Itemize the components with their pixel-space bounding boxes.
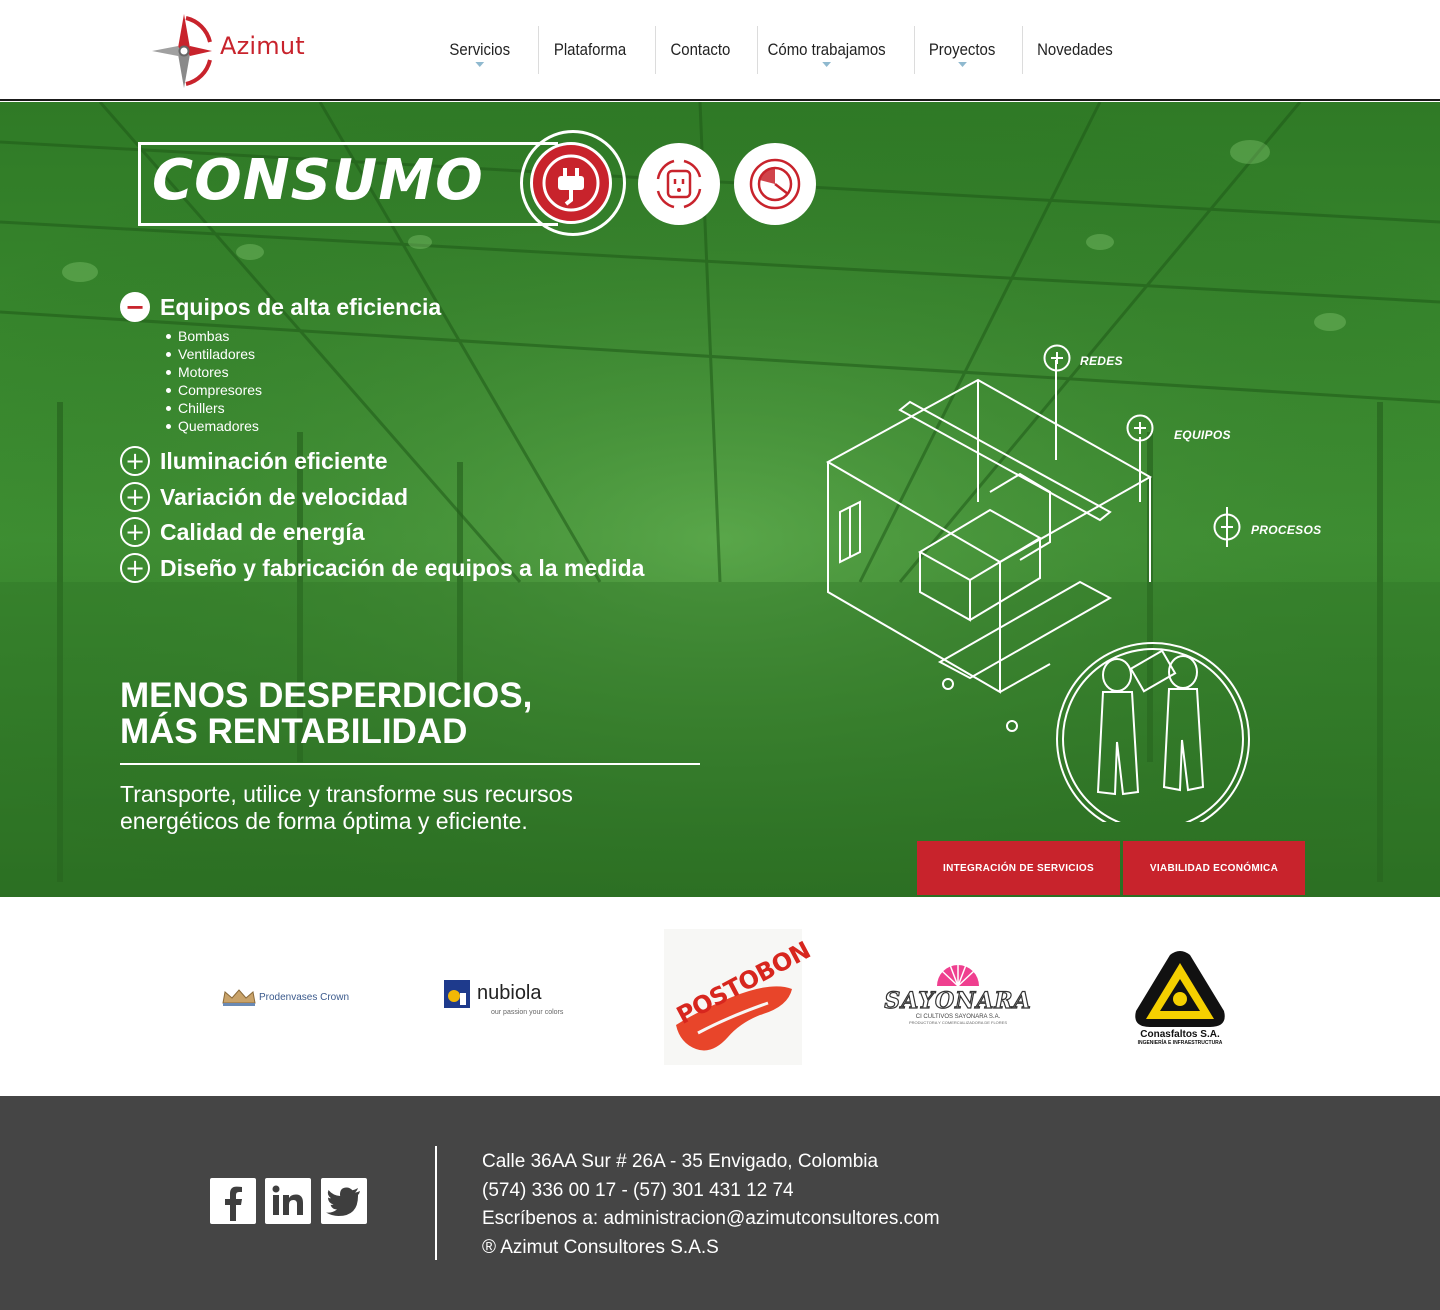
accordion-label: Equipos de alta eficiencia [160,293,442,320]
main-nav: Servicios Plataforma Contacto Cómo traba… [434,26,1141,74]
nav-label: Novedades [1037,40,1113,59]
viabilidad-economica-button[interactable]: VIABILIDAD ECONÓMICA [1123,841,1305,895]
hero-description: Transporte, utilice y transforme sus rec… [120,781,573,834]
nav-como-trabajamos[interactable]: Cómo trabajamos [758,26,895,74]
nav-label: Servicios [449,40,511,59]
plus-circle-icon[interactable] [1043,344,1071,372]
minus-icon[interactable]: − [120,292,150,322]
twitter-icon[interactable] [321,1178,367,1224]
headline-line: MENOS DESPERDICIOS, [120,676,533,715]
accordion-variacion-velocidad[interactable]: + Variación de velocidad [120,482,408,512]
client-subtitle: INGENIERÍA E INFRAESTRUCTURA [1137,1039,1223,1046]
facebook-icon[interactable] [210,1178,256,1224]
client-tagline: our passion your colors [491,1008,564,1016]
azimut-logo[interactable]: Azimut [150,12,320,90]
outlet-cycle-icon[interactable] [638,143,720,225]
linkedin-icon[interactable] [265,1178,311,1224]
client-logo-prodenvases[interactable]: Prodenvases Crown [220,985,350,1009]
phones: (574) 336 00 17 - (57) 301 431 12 74 [482,1179,794,1201]
email-line: Escríbenos a: administracion@azimutconsu… [482,1205,940,1234]
nav-label: Cómo trabajamos [767,40,886,59]
list-item: Ventiladores [166,345,262,363]
plant-isometric-diagram [825,360,1250,822]
diagram-label-redes: REDES [1080,354,1123,368]
nubiola-wordmark: nubiola [443,979,542,1009]
accordion-label: Variación de velocidad [160,483,408,510]
nav-novedades[interactable]: Novedades [1023,26,1127,74]
client-logo-conasfaltos[interactable]: Conasfaltos S.A. INGENIERÍA E INFRAESTRU… [1130,945,1230,1049]
footer-divider [435,1146,437,1260]
equipos-sublist: Bombas Ventiladores Motores Compresores … [166,327,262,435]
copyright: ® Azimut Consultores S.A.S [482,1236,719,1258]
compass-logo-icon [152,14,212,88]
list-item: Quemadores [166,417,262,435]
client-logo-nubiola[interactable]: nubiola our passion your colors [443,974,578,1020]
client-name: Conasfaltos S.A. [1140,1028,1220,1040]
address: Calle 36AA Sur # 26A - 35 Envigado, Colo… [482,1151,879,1172]
nav-plataforma[interactable]: Plataforma [539,26,641,74]
accordion-label: Calidad de energía [160,518,365,545]
nav-servicios[interactable]: Servicios [434,26,526,74]
hero-headline: MENOS DESPERDICIOS, MÁS RENTABILIDAD [120,678,532,750]
fan-icon [937,963,979,987]
client-logo-postobon[interactable]: POSTOBON [664,929,815,1065]
client-logo-sayonara[interactable]: SAYONARA CI CULTIVOS SAYONARA S.A. PRODU… [884,957,1031,1029]
site-footer: Calle 36AA Sur # 26A - 35 Envigado, Colo… [0,1096,1440,1310]
list-item: Bombas [166,327,262,345]
client-subtitle: PRODUCTORA Y COMERCIALIZADORA DE FLORES [908,1019,1008,1025]
list-item: Chillers [166,399,262,417]
accordion-iluminacion[interactable]: + Iluminación eficiente [120,446,388,476]
nav-label: Contacto [670,40,731,59]
accordion-label: Diseño y fabricación de equipos a la med… [160,554,645,581]
plus-circle-icon[interactable] [1126,414,1154,442]
client-name: SAYONARA [884,987,1032,1014]
section-title: CONSUMO [152,148,484,213]
accordion-label: Iluminación eficiente [160,447,388,474]
caret-down-icon [822,62,832,67]
hero-section: CONSUMO − Equipos de alta eficiencia Bom… [0,102,1440,897]
accordion-calidad-energia[interactable]: + Calidad de energía [120,517,365,547]
clients-strip: Prodenvases Crown nubiola our passion yo… [0,897,1440,1096]
crown-icon [222,989,256,1006]
accordion-equipos-alta-eficiencia[interactable]: − Equipos de alta eficiencia [120,292,441,322]
email-prefix: Escríbenos a: [482,1208,604,1230]
diagram-label-equipos: EQUIPOS [1174,428,1231,442]
plus-icon[interactable]: + [120,482,150,512]
plus-icon[interactable]: + [120,517,150,547]
client-name: Prodenvases Crown [258,991,350,1003]
accordion-diseno-fabricacion[interactable]: + Diseño y fabricación de equipos a la m… [120,553,644,583]
site-header: Azimut Servicios Plataforma Contacto Cóm… [0,0,1440,101]
brand-name: Azimut [220,32,305,60]
list-item: Compresores [166,381,262,399]
caret-down-icon [475,62,485,67]
nav-label: Proyectos [928,40,996,59]
nav-contacto[interactable]: Contacto [656,26,745,74]
conasfaltos-mark-icon [1135,950,1225,1027]
list-item: Motores [166,363,262,381]
plus-circle-icon[interactable] [1213,513,1241,541]
client-name: nubiola [477,982,542,1004]
caret-down-icon [957,62,967,67]
integracion-servicios-button[interactable]: INTEGRACIÓN DE SERVICIOS [917,841,1120,895]
email-link[interactable]: administracion@azimutconsultores.com [603,1208,939,1229]
plus-icon[interactable]: + [120,553,150,583]
contact-info: Calle 36AA Sur # 26A - 35 Envigado, Colo… [482,1148,940,1262]
diagram-label-procesos: PROCESOS [1251,523,1322,537]
nav-label: Plataforma [553,40,627,59]
plug-icon[interactable] [530,142,612,224]
pie-chart-icon[interactable] [734,143,816,225]
plus-icon[interactable]: + [120,446,150,476]
nubiola-mark-icon [444,979,470,1008]
divider [120,763,700,765]
nav-proyectos[interactable]: Proyectos [915,26,1009,74]
headline-line: MÁS RENTABILIDAD [120,712,468,751]
